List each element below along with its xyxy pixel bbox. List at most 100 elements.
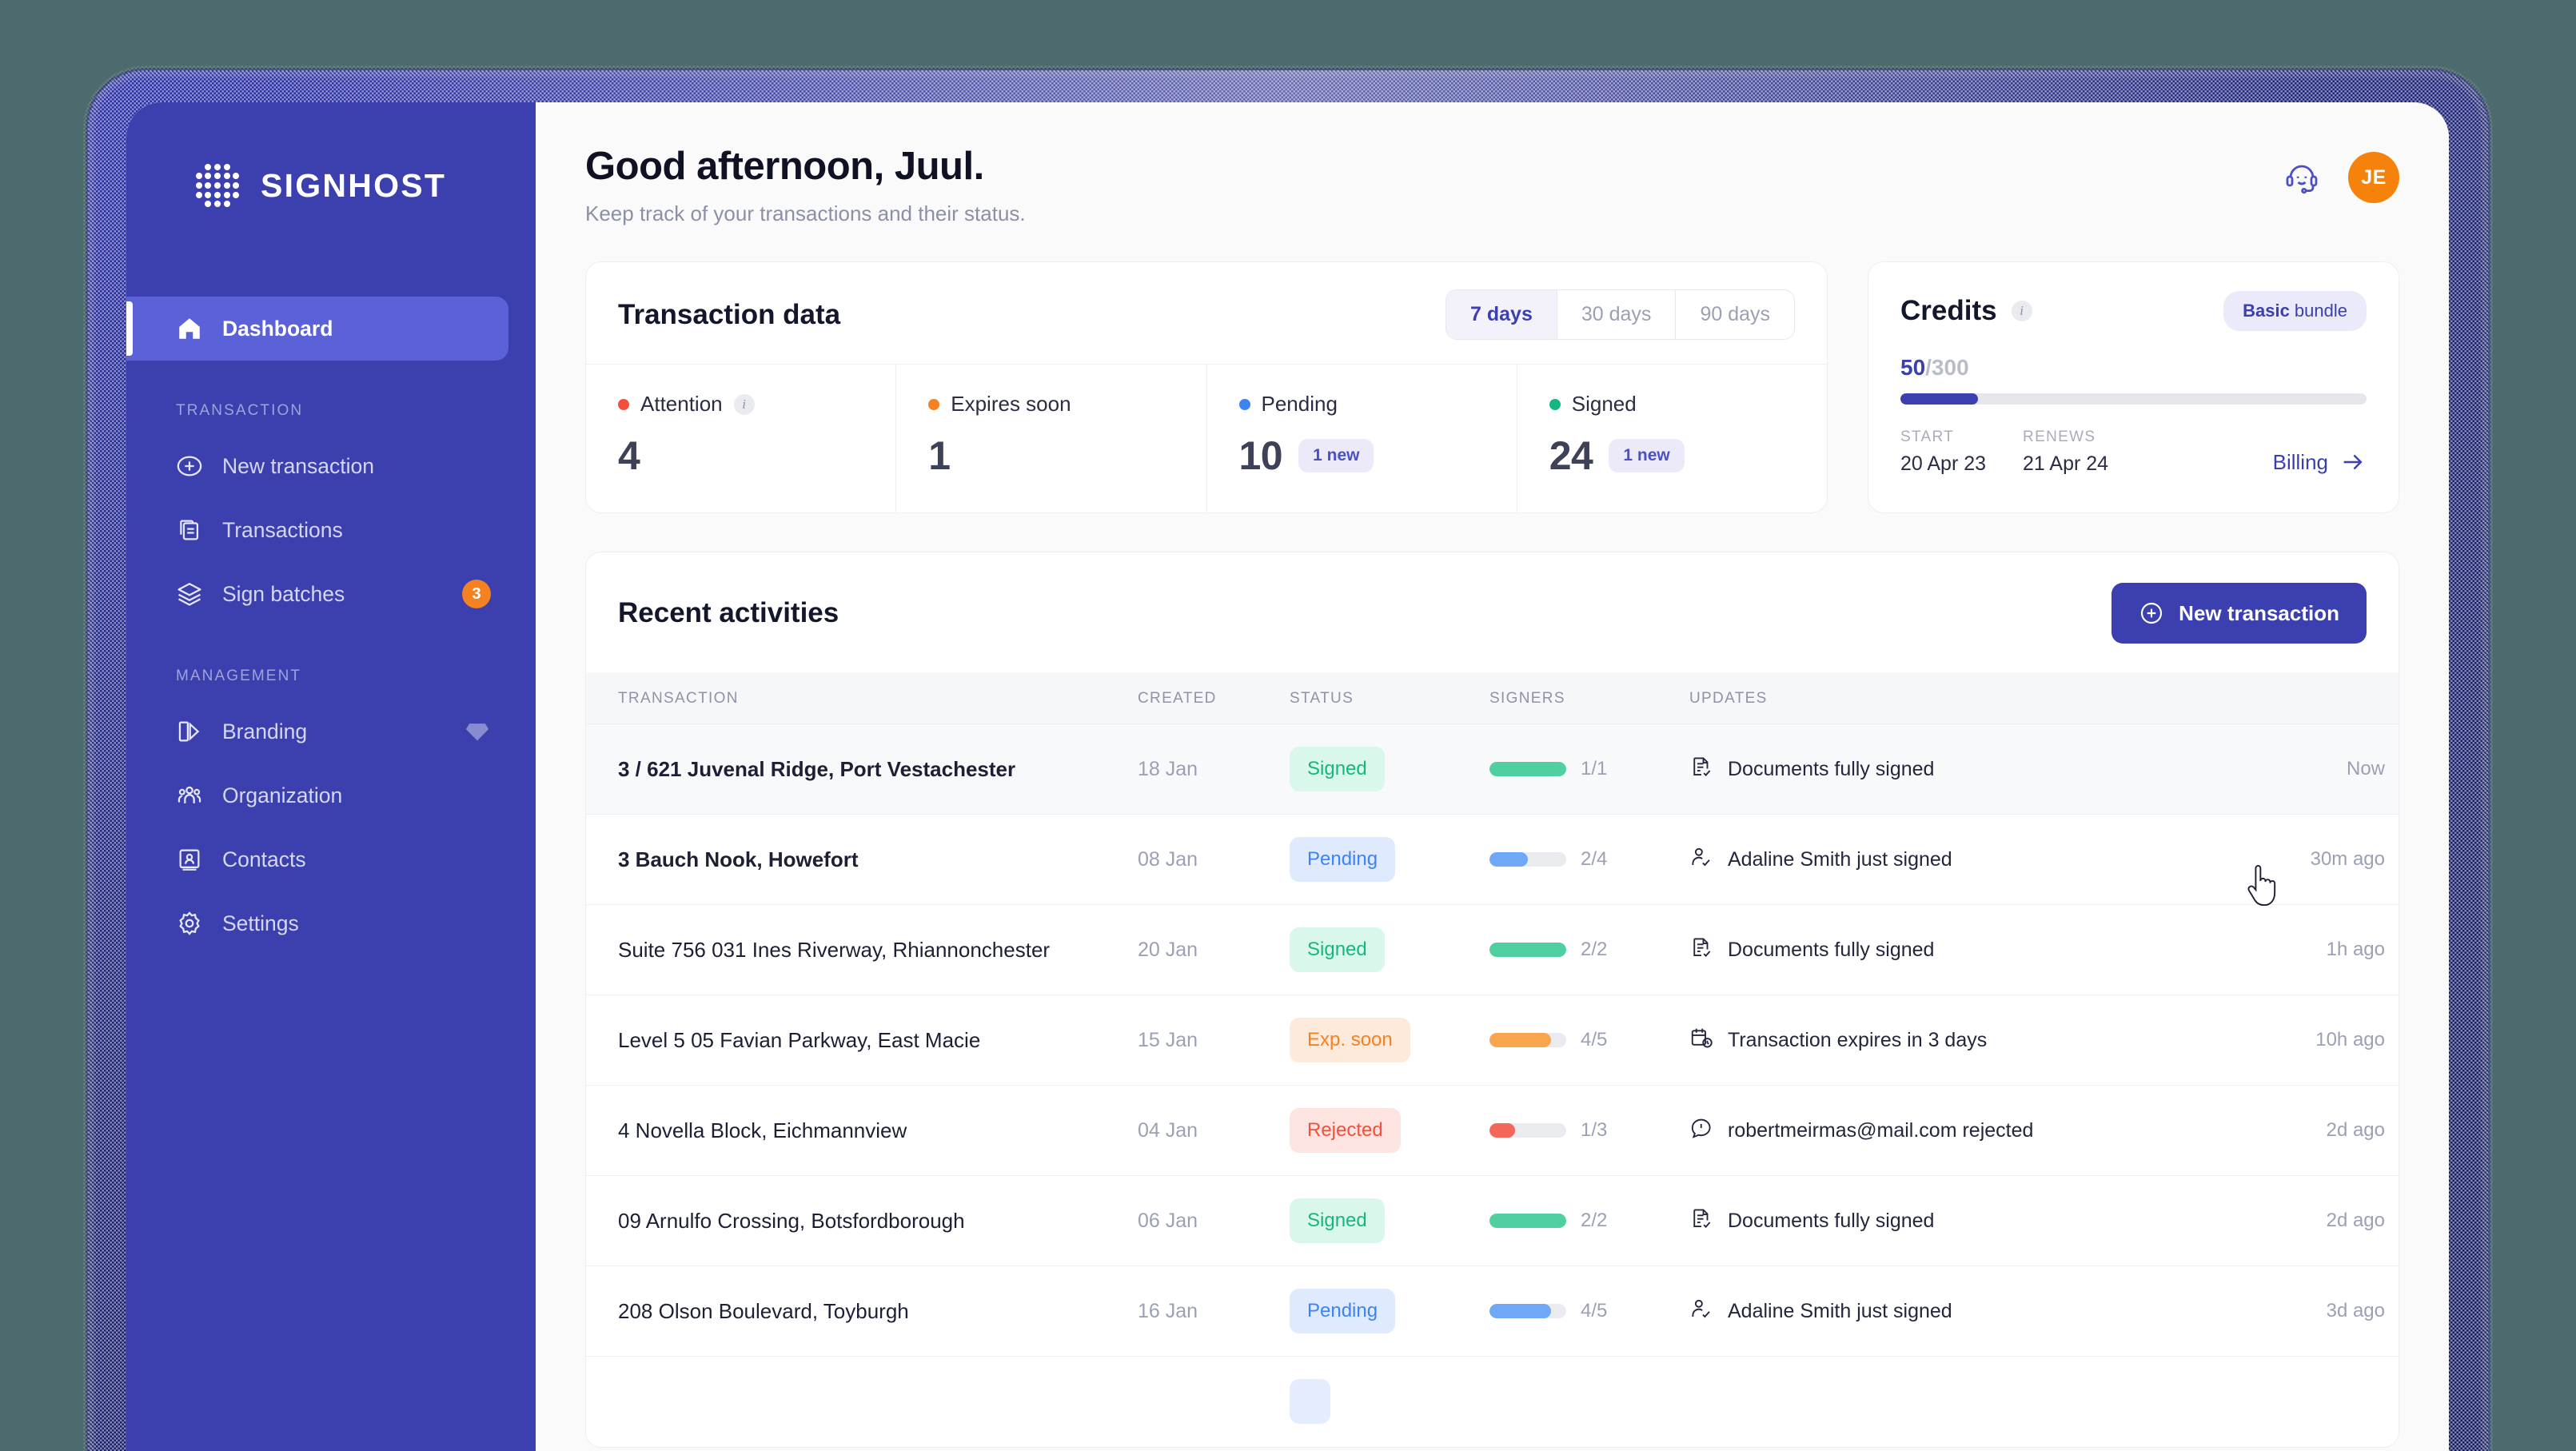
greeting-block: Good afternoon, Juul. Keep track of your… — [585, 144, 1026, 226]
credits-card: Credits i Basic bundle 50/300 START 20 A… — [1868, 261, 2399, 513]
sidebar-item-transactions[interactable]: Transactions — [126, 498, 508, 562]
status-dot-pending — [1238, 398, 1250, 410]
headset-support-icon[interactable] — [2283, 158, 2321, 197]
recent-activities-header: Recent activities New transaction — [586, 552, 2399, 672]
sidebar-item-sign-batches[interactable]: Sign batches 3 — [126, 562, 508, 626]
cell-partial — [2201, 1356, 2385, 1447]
stat-label-row: Attention i — [618, 392, 895, 417]
table-row[interactable]: 3 / 621 Juvenal Ridge, Port Vestachester… — [586, 724, 2399, 815]
cell-signers: 2/2 — [1489, 904, 1689, 995]
cell-status: Exp. soon — [1290, 995, 1489, 1086]
billing-label: Billing — [2272, 449, 2328, 474]
range-tab-90-days[interactable]: 90 days — [1676, 290, 1794, 339]
cell-update: robertmeirmas@mail.com rejected — [1689, 1085, 2201, 1176]
info-icon[interactable]: i — [733, 393, 755, 415]
sidebar-item-label: Contacts — [222, 847, 306, 871]
new-transaction-label: New transaction — [2179, 600, 2339, 625]
stat-attention[interactable]: Attention i 4 — [586, 365, 897, 512]
stat-label: Signed — [1571, 392, 1637, 416]
table-row[interactable] — [586, 1356, 2399, 1447]
user-check-icon — [1689, 1297, 1713, 1326]
palette-icon — [178, 721, 200, 742]
page-subtitle: Keep track of your transactions and thei… — [585, 201, 1026, 225]
table-row[interactable]: Level 5 05 Favian Parkway, East Macie 15 … — [586, 995, 2399, 1086]
stat-signed[interactable]: Signed 24 1 new — [1517, 365, 1827, 512]
sidebar-item-label: Settings — [222, 911, 299, 935]
gem-icon — [465, 724, 489, 741]
signer-count: 2/4 — [1581, 848, 1608, 870]
cell-status: Signed — [1290, 724, 1489, 815]
status-dot-expires-soon — [928, 398, 940, 410]
header-actions: JE — [2283, 144, 2399, 203]
range-tab-30-days[interactable]: 30 days — [1557, 290, 1677, 339]
stat-expires-soon[interactable]: Expires soon 1 — [896, 365, 1207, 512]
activities-table: TRANSACTION CREATED STATUS SIGNERS UPDAT… — [586, 672, 2399, 1447]
stat-label-row: Pending — [1238, 392, 1517, 417]
signer-count: 4/5 — [1581, 1300, 1608, 1321]
credits-progress-bar — [1900, 393, 2367, 405]
cell-status: Signed — [1290, 1175, 1489, 1266]
update-text: Documents fully signed — [1728, 938, 1935, 961]
avatar[interactable]: JE — [2348, 152, 2399, 203]
documents-icon — [180, 520, 199, 540]
credits-footer: START 20 Apr 23 RENEWS 21 Apr 24 Billing — [1900, 429, 2367, 476]
table-row[interactable]: 208 Olson Boulevard, Toyburgh 16 Jan Pendi… — [586, 1266, 2399, 1357]
cell-transaction-name: Level 5 05 Favian Parkway, East Macie — [586, 995, 1138, 1086]
credits-header: Credits i Basic bundle — [1900, 291, 2367, 331]
status-badge: Signed — [1290, 927, 1385, 972]
signer-progress-bar — [1489, 943, 1566, 957]
billing-link[interactable]: Billing — [2273, 448, 2367, 476]
status-badge: Pending — [1290, 1289, 1396, 1333]
plus-circle-icon — [177, 456, 202, 476]
sidebar-item-label: Transactions — [222, 517, 343, 542]
cell-timestamp: 2d ago — [2201, 1085, 2385, 1176]
logo[interactable]: SIGNHOST — [126, 149, 536, 222]
document-check-icon — [1689, 1206, 1713, 1236]
main-content: Good afternoon, Juul. Keep track of your… — [536, 102, 2449, 1451]
sidebar-item-label: Branding — [222, 719, 308, 743]
signer-count: 4/5 — [1581, 1029, 1608, 1050]
cell-transaction-name: 3 Bauch Nook, Howefort — [586, 814, 1138, 905]
cell-timestamp: Now — [2201, 724, 2385, 815]
plus-circle-icon — [2141, 602, 2163, 624]
transaction-data-title: Transaction data — [618, 298, 841, 330]
stat-pending[interactable]: Pending 10 1 new — [1207, 365, 1517, 512]
credits-used: 50 — [1900, 355, 1926, 380]
cell-timestamp: 2d ago — [2201, 1175, 2385, 1266]
signhost-dot-logo-icon — [195, 163, 240, 208]
cell-update: Documents fully signed — [1689, 724, 2201, 815]
gear-icon — [179, 911, 200, 935]
document-check-icon — [1689, 935, 1713, 965]
status-badge: Rejected — [1290, 1108, 1401, 1153]
info-icon[interactable]: i — [2011, 301, 2032, 321]
cell-signers: 4/5 — [1489, 995, 1689, 1086]
range-tab-7-days[interactable]: 7 days — [1446, 290, 1557, 339]
sidebar-item-contacts[interactable]: Contacts — [126, 827, 508, 891]
cell-signers: 2/4 — [1489, 814, 1689, 905]
credits-renews-value: 21 Apr 24 — [2023, 452, 2109, 475]
table-row[interactable]: Suite 756 031 Ines Riverway, Rhiannonche… — [586, 904, 2399, 995]
sidebar-item-settings[interactable]: Settings — [126, 891, 508, 955]
sidebar-item-organization[interactable]: Organization — [126, 763, 508, 827]
stat-value: 4 — [618, 433, 640, 478]
table-row[interactable]: 3 Bauch Nook, Howefort 08 Jan Pending 2/4 Ad… — [586, 814, 2399, 905]
table-row[interactable]: 09 Arnulfo Crossing, Botsfordborough 06 J… — [586, 1175, 2399, 1266]
credits-total: /300 — [1925, 355, 1969, 380]
credits-start: START 20 Apr 23 — [1900, 429, 1986, 476]
table-row[interactable]: 4 Novella Block, Eichmannview 04 Jan Rejec… — [586, 1085, 2399, 1176]
signer-count: 1/1 — [1581, 758, 1608, 779]
sidebar-item-new-transaction[interactable]: New transaction — [126, 434, 508, 498]
status-badge: Signed — [1290, 747, 1385, 791]
signer-progress-bar — [1489, 1033, 1566, 1047]
stat-value: 24 — [1549, 433, 1593, 478]
sidebar-item-dashboard[interactable]: Dashboard — [126, 297, 508, 361]
stat-value: 10 — [1238, 433, 1283, 478]
user-check-icon — [1689, 845, 1713, 875]
column-updates: UPDATES — [1689, 690, 1768, 707]
update-text: robertmeirmas@mail.com rejected — [1728, 1118, 2034, 1142]
cell-status: Signed — [1290, 904, 1489, 995]
sidebar-item-label: Sign batches — [222, 581, 345, 606]
new-transaction-button[interactable]: New transaction — [2111, 583, 2367, 644]
calendar-clock-icon — [1689, 1026, 1713, 1055]
sidebar-item-branding[interactable]: Branding — [126, 700, 508, 763]
